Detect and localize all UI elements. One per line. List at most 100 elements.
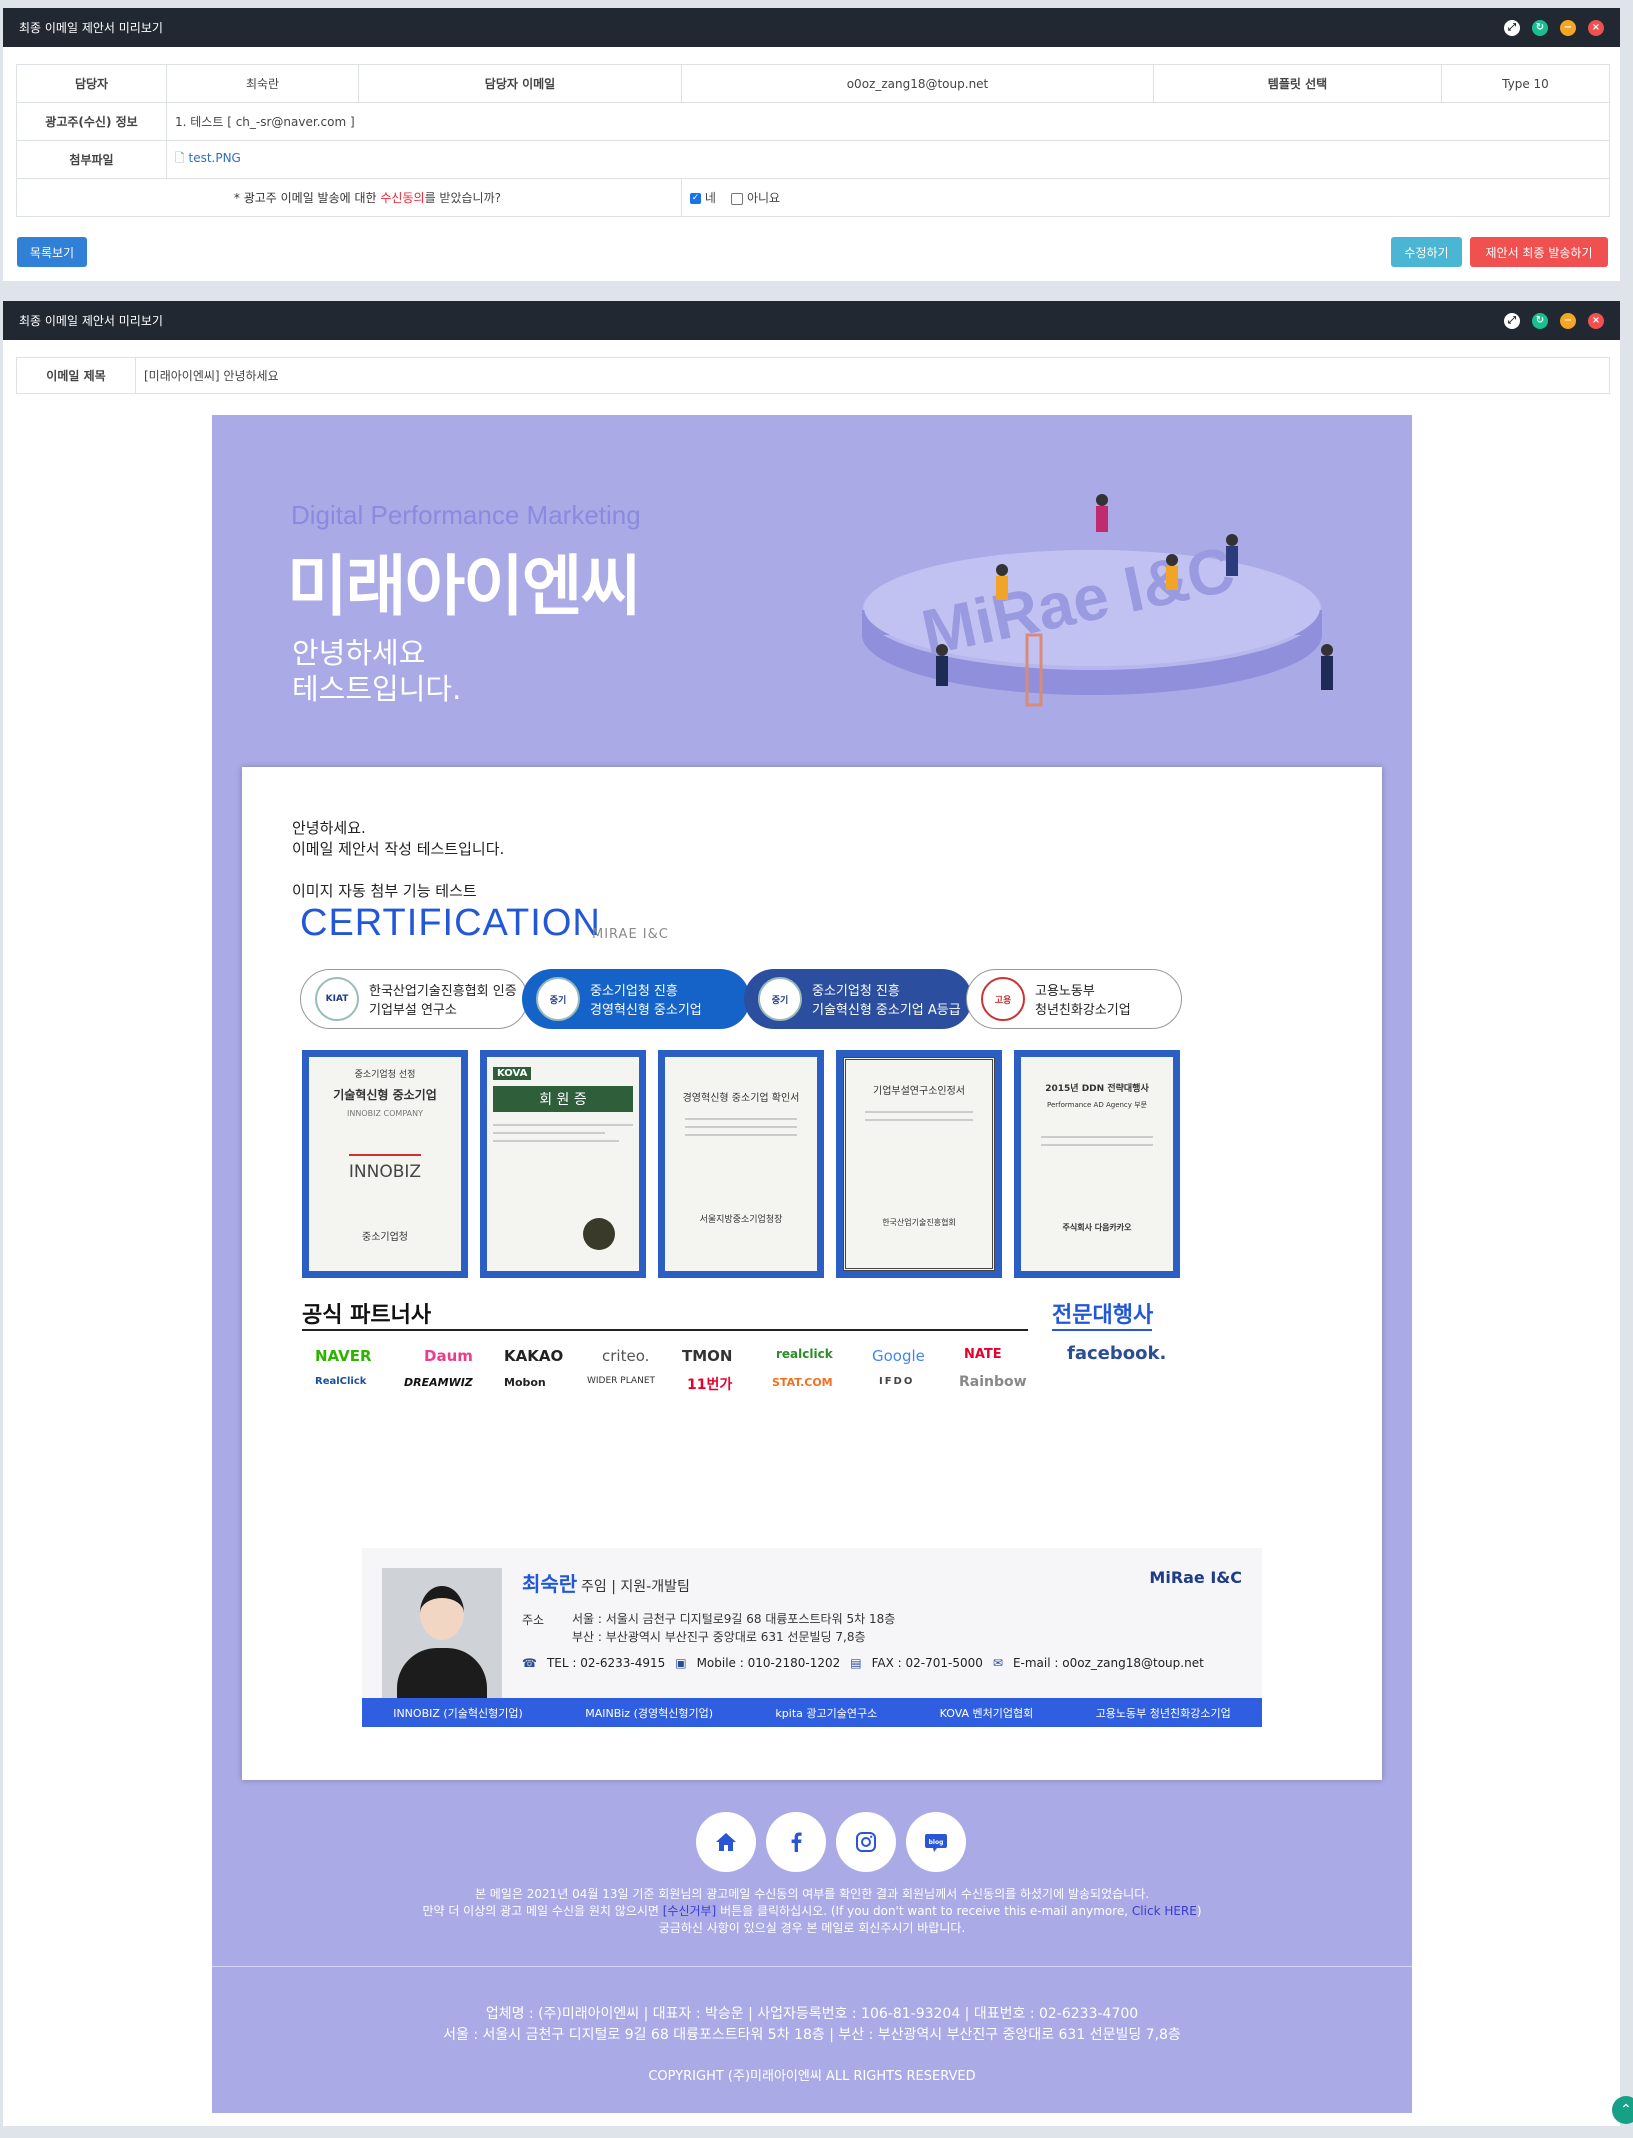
pill-line1: 한국산업기술진흥협회 인증 bbox=[369, 984, 517, 999]
minimize-icon[interactable]: − bbox=[1560, 19, 1576, 36]
partner-logo: TMON bbox=[682, 1347, 733, 1365]
consent-no-checkbox[interactable] bbox=[731, 192, 744, 205]
person-figure bbox=[1226, 534, 1238, 546]
send-final-button[interactable]: 제안서 최종 발송하기 bbox=[1470, 237, 1608, 267]
doc-main: 기업부설연구소인정서 bbox=[873, 1086, 965, 1097]
doc-foot: 서울지방중소기업청장 bbox=[699, 1215, 783, 1225]
addr-busan: 부산 : 부산광역시 부산진구 중앙대로 631 선문빌딩 7,8층 bbox=[572, 1630, 866, 1644]
kiat-seal-icon: KIAT bbox=[315, 977, 359, 1021]
click-here-link[interactable]: Click HERE bbox=[1132, 1904, 1197, 1918]
certificate-kova: KOVA 회 원 증 bbox=[480, 1050, 646, 1278]
partner-logo: DREAMWIZ bbox=[404, 1376, 473, 1389]
pill-line2: 청년친화강소기업 bbox=[1035, 1003, 1131, 1018]
home-icon bbox=[716, 1833, 736, 1851]
signature-cert-bar: INNOBIZ (기술혁신형기업) MAINBiz (경영혁신형기업) kpit… bbox=[362, 1698, 1262, 1727]
email-content-card: 안녕하세요. 이메일 제안서 작성 테스트입니다. 이미지 자동 첨부 기능 테… bbox=[242, 767, 1382, 1780]
mobile: Mobile : 010-2180-1202 bbox=[696, 1656, 841, 1670]
template-value: Type 10 bbox=[1441, 64, 1610, 103]
doc-top: 중소기업청 선정 bbox=[354, 1070, 416, 1080]
person-figure bbox=[996, 576, 1008, 600]
person-figure bbox=[1321, 644, 1333, 656]
doc-lines bbox=[493, 1140, 619, 1142]
footer-notice-2: 만약 더 이상의 광고 메일 수신을 원치 않으시면 [수신거부] 버튼을 클릭… bbox=[212, 1902, 1412, 1919]
smba-seal-icon: 중기 bbox=[758, 977, 802, 1021]
panel-title: 최종 이메일 제안서 미리보기 bbox=[19, 314, 163, 328]
refresh-icon[interactable]: ↻ bbox=[1532, 312, 1548, 329]
attachment-link[interactable]: 🗋 test.PNG bbox=[166, 140, 1610, 179]
fax: FAX : 02-701-5000 bbox=[871, 1656, 983, 1670]
addr-label: 주소 bbox=[522, 1613, 545, 1627]
close-icon[interactable]: × bbox=[1588, 312, 1604, 329]
blog-icon: blog bbox=[925, 1834, 947, 1852]
instagram-icon bbox=[856, 1832, 876, 1852]
signature-title: 주임 | 지원-개발팀 bbox=[581, 1579, 690, 1595]
company-info-2: 서울 : 서울시 금천구 디지털로 9길 68 대륭포스트타워 5차 18층 |… bbox=[443, 2027, 1181, 2043]
panel-header: 최종 이메일 제안서 미리보기 ⤢ ↻ − × bbox=[3, 301, 1620, 340]
panel-header: 최종 이메일 제안서 미리보기 ⤢ ↻ − × bbox=[3, 8, 1620, 47]
hero-illustration: MiRae I&C bbox=[862, 494, 1333, 707]
panel-title: 최종 이메일 제안서 미리보기 bbox=[19, 21, 163, 35]
email-body: Digital Performance Marketing 미래아이엔씨 안녕하… bbox=[212, 415, 1412, 2113]
footer-notice-2e: ) bbox=[1196, 1904, 1202, 1918]
phone-icon: ☎ bbox=[522, 1656, 537, 1670]
doc-sub: INNOBIZ COMPANY bbox=[347, 1109, 423, 1118]
edit-button[interactable]: 수정하기 bbox=[1391, 237, 1462, 267]
doc-top: 2015년 DDN 전략대행사 bbox=[1045, 1084, 1149, 1094]
footer-notice-1: 본 메일은 2021년 04월 13일 기준 회원님의 광고메일 수신동의 여부… bbox=[474, 1887, 1150, 1901]
person-figure bbox=[936, 644, 948, 656]
certificate-innobiz: 중소기업청 선정 기술혁신형 중소기업 INNOBIZ COMPANY INNO… bbox=[302, 1050, 468, 1278]
bar-item: 고용노동부 청년친화강소기업 bbox=[1095, 1706, 1231, 1720]
certificate-mainbiz: 경영혁신형 중소기업 확인서 서울지방중소기업청장 bbox=[658, 1050, 824, 1278]
doc-foot: 한국산업기술진흥협회 bbox=[882, 1218, 956, 1227]
svg-text:blog: blog bbox=[929, 1839, 944, 1846]
contact-line: ☎ TEL : 02-6233-4915 ▣ Mobile : 010-2180-1… bbox=[522, 1656, 1204, 1670]
photo-head bbox=[420, 1586, 464, 1640]
addr-seoul: 서울 : 서울시 금천구 디지털로9길 68 대륭포스트타워 5차 18층 bbox=[572, 1612, 896, 1626]
subject-table: 이메일 제목 [미래아이엔씨] 안녕하세요 bbox=[16, 357, 1610, 394]
blog-button[interactable]: blog bbox=[906, 1812, 966, 1872]
doc-lines bbox=[1041, 1136, 1153, 1138]
pill-line2: 기술혁신형 중소기업 A등급 bbox=[812, 1003, 961, 1018]
person-figure bbox=[1321, 656, 1333, 690]
company-info-1: 업체명 : (주)미래아이엔씨 | 대표자 : 박승운 | 사업자등록번호 : … bbox=[485, 2006, 1139, 2022]
home-button[interactable] bbox=[696, 1812, 756, 1872]
partner-logo: NAVER bbox=[315, 1347, 372, 1365]
advertiser-label: 광고주(수신) 정보 bbox=[16, 102, 167, 141]
instagram-button[interactable] bbox=[836, 1812, 896, 1872]
collapse-icon[interactable]: ⤢ bbox=[1504, 312, 1520, 329]
person-figure bbox=[1166, 566, 1178, 590]
template-label: 템플릿 선택 bbox=[1153, 64, 1442, 103]
partner-logo: Google bbox=[872, 1347, 925, 1365]
facebook-button[interactable] bbox=[766, 1812, 826, 1872]
minimize-icon[interactable]: − bbox=[1560, 312, 1576, 329]
hero-subtitle: Digital Performance Marketing bbox=[291, 500, 641, 530]
refresh-icon[interactable]: ↻ bbox=[1532, 19, 1548, 36]
person-figure bbox=[1226, 546, 1238, 576]
bar-item: KOVA 벤처기업협회 bbox=[939, 1706, 1034, 1720]
list-button[interactable]: 목록보기 bbox=[17, 237, 87, 267]
subject-value: [미래아이엔씨] 안녕하세요 bbox=[135, 357, 1610, 394]
partner-logo: NATE bbox=[964, 1347, 1002, 1362]
tel: TEL : 02-6233-4915 bbox=[546, 1656, 666, 1670]
footer-notice-3: 궁금하신 사항이 있으실 경우 본 메일로 회신주시기 바랍니다. bbox=[658, 1921, 966, 1935]
attachment-name: test.PNG bbox=[188, 151, 241, 165]
profile-photo bbox=[382, 1568, 502, 1713]
partner-logo: criteo. bbox=[602, 1347, 650, 1365]
facebook-icon bbox=[791, 1832, 802, 1852]
doc-top: KOVA bbox=[493, 1067, 532, 1080]
collapse-icon[interactable]: ⤢ bbox=[1504, 19, 1520, 36]
agency-title: 전문대행사 bbox=[1052, 1303, 1154, 1328]
cert-pill-kiat: KIAT 한국산업기술진흥협회 인증 기업부설 연구소 bbox=[300, 969, 528, 1029]
manager-email-value: o0oz_zang18@toup.net bbox=[681, 64, 1154, 103]
moel-seal-icon: 고용 bbox=[981, 977, 1025, 1021]
doc-lines bbox=[685, 1118, 797, 1120]
proposal-info-table: 담당자 최숙란 담당자 이메일 o0oz_zang18@toup.net 템플릿… bbox=[16, 64, 1610, 217]
consent-yes-checkbox[interactable]: ✓ bbox=[690, 193, 701, 204]
partner-logo: 11번가 bbox=[687, 1377, 733, 1393]
bar-item: MAINBiz (경영혁신형기업) bbox=[585, 1706, 714, 1720]
scroll-top-button[interactable]: ⌃ bbox=[1612, 2096, 1633, 2124]
partner-logo: realclick bbox=[776, 1347, 833, 1361]
bar-item: kpita 광고기술연구소 bbox=[775, 1706, 878, 1720]
close-icon[interactable]: × bbox=[1588, 19, 1604, 36]
unsubscribe-link[interactable]: [수신거부] bbox=[663, 1904, 717, 1918]
